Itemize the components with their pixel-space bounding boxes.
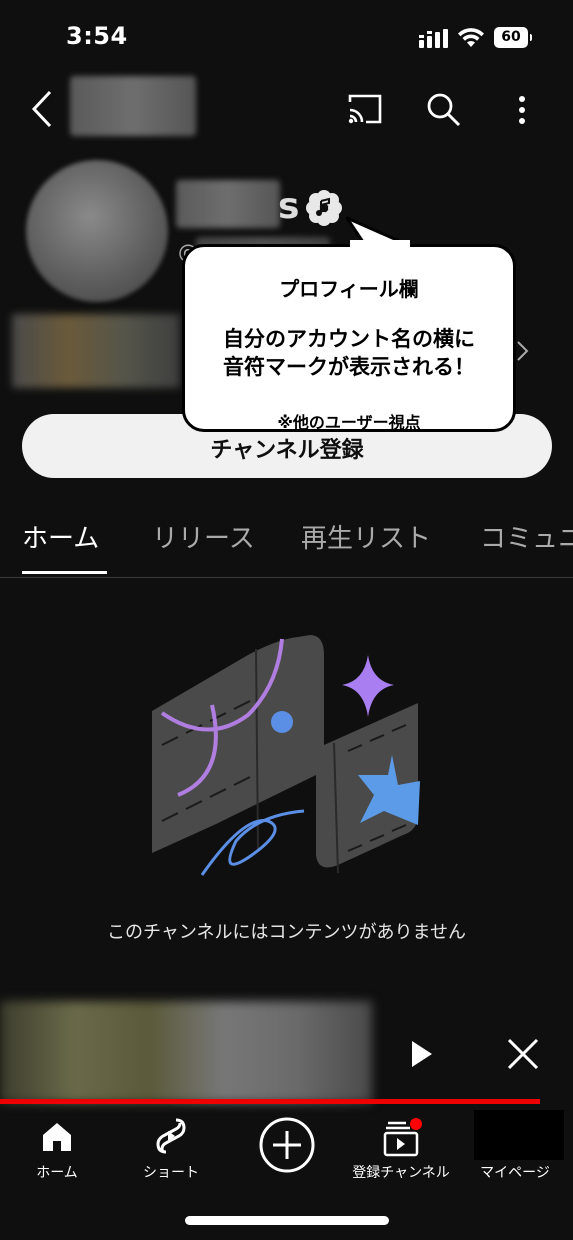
mini-player-thumbnail[interactable] [0, 1001, 372, 1103]
chevron-right-icon[interactable] [516, 340, 530, 362]
channel-name-suffix: s [278, 186, 300, 227]
tab-home[interactable]: ホーム [22, 518, 99, 555]
callout-line-1: 自分のアカウント名の横に [223, 327, 475, 351]
cast-icon[interactable] [346, 92, 384, 126]
empty-state-illustration [152, 635, 420, 876]
nav-label-subscriptions: 登録チャンネル [352, 1165, 450, 1181]
status-time: 3:54 [66, 22, 128, 50]
channel-avatar[interactable] [26, 160, 168, 302]
callout-note: ※他のユーザー視点 [277, 413, 421, 432]
nav-label-home: ホーム [36, 1165, 78, 1181]
callout-tail-cover [350, 240, 410, 250]
play-icon[interactable] [410, 1040, 434, 1068]
music-note-badge-icon [306, 190, 342, 226]
tabs-divider [0, 577, 573, 578]
subscriptions-icon [383, 1118, 422, 1157]
tab-releases[interactable]: リリース [152, 518, 255, 555]
channel-description-redacted [12, 314, 180, 388]
create-icon [259, 1117, 315, 1173]
callout-line-2: 音符マークが表示される！ [223, 355, 475, 379]
avatar [474, 1110, 564, 1160]
nav-label-shorts: ショート [143, 1165, 199, 1181]
channel-name-redacted [176, 180, 280, 228]
home-indicator [185, 1216, 389, 1225]
search-icon[interactable] [426, 92, 462, 128]
empty-state-message: このチャンネルにはコンテンツがありません [107, 922, 466, 943]
tab-playlists[interactable]: 再生リスト [301, 518, 431, 555]
shorts-icon [156, 1118, 186, 1154]
annotation-callout: プロフィール欄 自分のアカウント名の横に 音符マークが表示される！ ※他のユーザ… [182, 244, 516, 432]
tab-community[interactable]: コミュニ [480, 518, 573, 555]
home-icon [43, 1123, 71, 1151]
callout-title: プロフィール欄 [279, 277, 419, 301]
more-vert-icon[interactable] [515, 95, 529, 127]
signal-icon [419, 29, 448, 48]
battery-indicator: 60 [494, 27, 532, 48]
active-tab-indicator [22, 571, 107, 574]
subscribe-label: チャンネル登録 [210, 438, 364, 463]
wifi-icon [458, 28, 484, 47]
close-icon[interactable] [506, 1037, 540, 1071]
nav-label-you: マイページ [480, 1165, 550, 1181]
back-icon[interactable] [30, 90, 54, 128]
channel-title-redacted [70, 76, 196, 136]
mini-player-progress [0, 1099, 540, 1104]
